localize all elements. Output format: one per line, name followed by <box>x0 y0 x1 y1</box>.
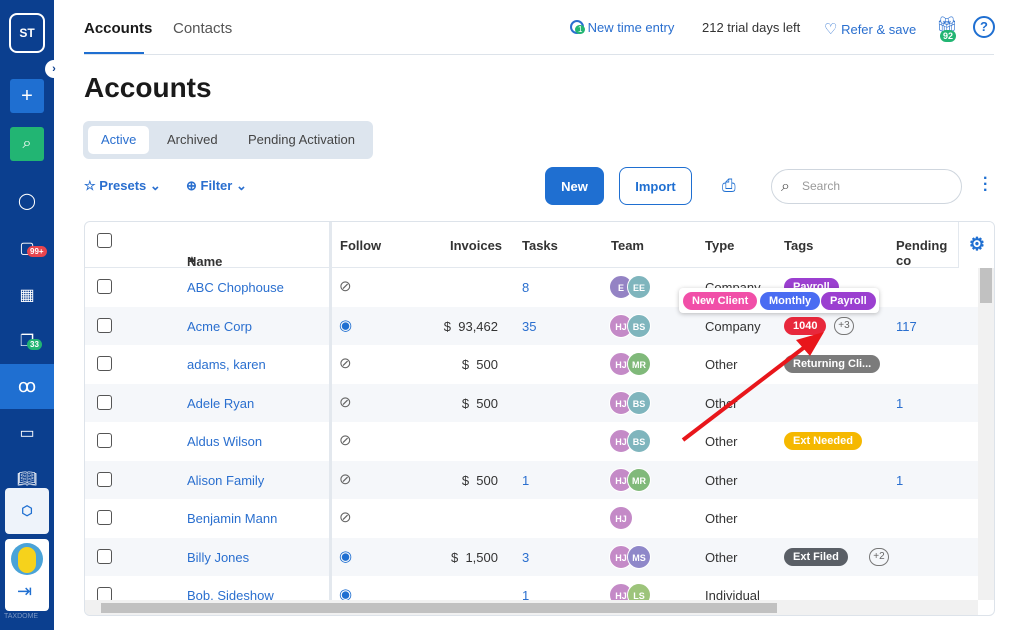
collapse-toggle-icon[interactable]: › <box>45 60 63 78</box>
annotation-arrow <box>681 332 824 442</box>
